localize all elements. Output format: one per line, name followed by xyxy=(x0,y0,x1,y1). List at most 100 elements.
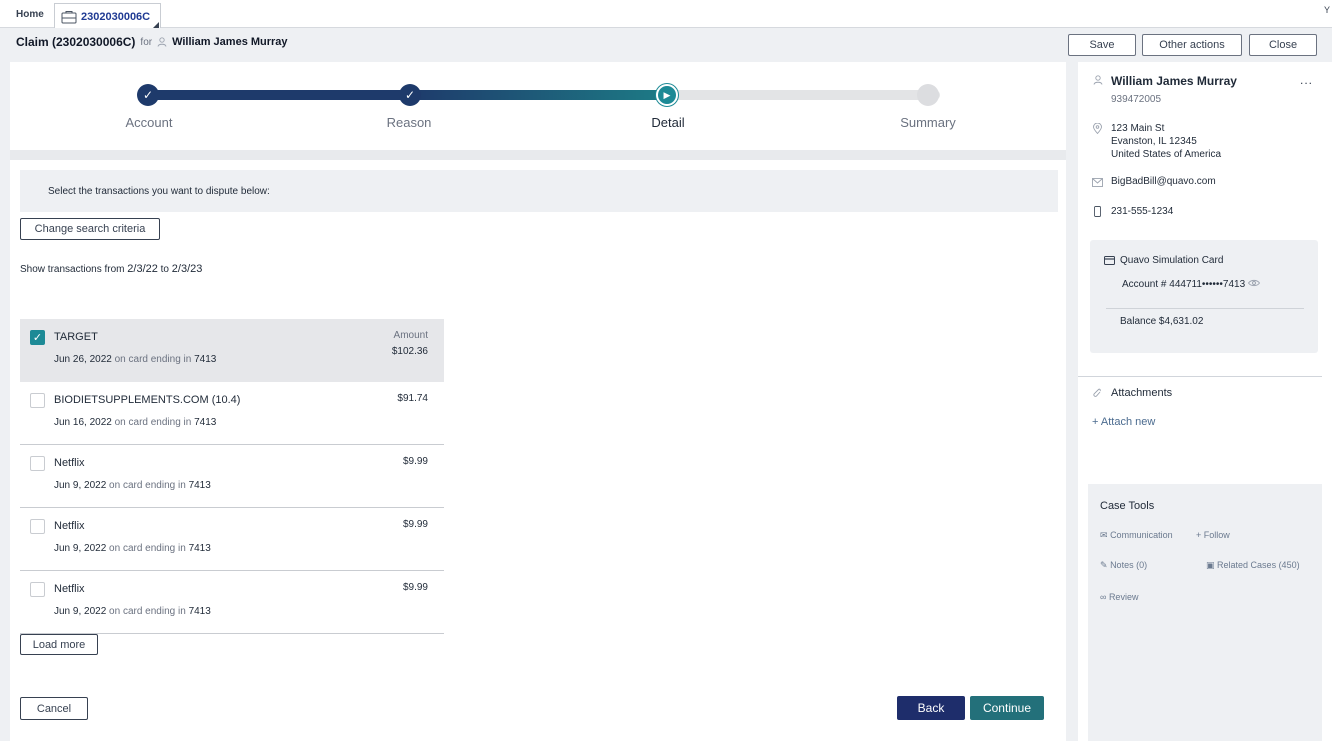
customer-email[interactable]: BigBadBill@quavo.com xyxy=(1111,176,1216,187)
merchant-name: BIODIETSUPPLEMENTS.COM (10.4) xyxy=(54,394,241,406)
section-divider xyxy=(10,150,1066,160)
instruction-banner: Select the transactions you want to disp… xyxy=(20,170,1058,212)
range-to: 2/3/23 xyxy=(171,263,203,275)
transaction-amount: $9.99 xyxy=(402,582,428,593)
account-number: 444711••••••7413 xyxy=(1169,279,1246,290)
case-header: Claim (2302030006C) for William James Mu… xyxy=(0,28,1332,61)
customer-sidebar: William James Murray ... 939472005 123 M… xyxy=(1078,62,1332,741)
step-label-reason: Reason xyxy=(386,115,432,130)
table-row[interactable]: BIODIETSUPPLEMENTS.COM (10.4) Jun 16, 20… xyxy=(20,382,444,445)
merchant-name: Netflix xyxy=(54,583,85,595)
transaction-checkbox[interactable] xyxy=(30,393,45,408)
transaction-amount: $91.74 xyxy=(397,393,428,404)
claim-title: Claim (2302030006C) xyxy=(16,35,136,49)
customer-name[interactable]: William James Murray xyxy=(172,36,287,48)
case-tools-heading: Case Tools xyxy=(1100,500,1155,512)
step-label-account: Account xyxy=(125,115,173,130)
tab-bar: Home 2302030006C Y xyxy=(0,0,1332,29)
person-icon xyxy=(1093,75,1103,85)
range-prefix: Show transactions from xyxy=(20,264,125,275)
customer-id: 939472005 xyxy=(1111,94,1162,105)
case-tools-panel: Case Tools ✉ Communication + Follow ✎ No… xyxy=(1088,484,1322,741)
transaction-detail: Jun 26, 2022 on card ending in 7413 xyxy=(54,354,217,365)
sidebar-divider xyxy=(1078,376,1322,377)
merchant-name: Netflix xyxy=(54,457,85,469)
mail-icon: ✉ xyxy=(1100,530,1108,540)
transaction-checkbox[interactable] xyxy=(30,582,45,597)
tab-home[interactable]: Home xyxy=(16,9,44,20)
page-title: Claim (2302030006C) for William James Mu… xyxy=(16,35,288,49)
save-button[interactable]: Save xyxy=(1068,34,1136,56)
card-divider xyxy=(1106,308,1304,309)
progress-stepper: ✓ ✓ ▶ Account Reason Detail Summary xyxy=(10,62,1066,150)
tab-case[interactable]: 2302030006C xyxy=(54,3,162,29)
balance-value: $4,631.02 xyxy=(1158,316,1204,327)
location-pin-icon xyxy=(1093,123,1102,134)
for-label: for xyxy=(140,36,153,48)
card-name: Quavo Simulation Card xyxy=(1120,255,1224,266)
table-row[interactable]: Netflix Jun 9, 2022 on card ending in 74… xyxy=(20,445,444,508)
more-options-icon[interactable]: ... xyxy=(1300,73,1313,87)
paperclip-icon xyxy=(1093,388,1101,397)
step-label-detail: Detail xyxy=(651,115,685,130)
table-row[interactable]: Netflix Jun 9, 2022 on card ending in 74… xyxy=(20,571,444,634)
transaction-checkbox[interactable] xyxy=(30,456,45,471)
close-button[interactable]: Close xyxy=(1249,34,1317,56)
step-detail-play-icon: ▶ xyxy=(656,84,678,106)
transaction-detail: Jun 9, 2022 on card ending in 7413 xyxy=(54,480,211,491)
balance-row: Balance $4,631.02 xyxy=(1120,316,1204,327)
merchant-name: TARGET xyxy=(54,331,98,343)
glasses-icon: ∞ xyxy=(1100,592,1107,602)
customer-phone[interactable]: 231-555-1234 xyxy=(1111,206,1173,217)
transaction-checkbox[interactable] xyxy=(30,519,45,534)
briefcase-icon xyxy=(61,10,77,23)
step-account-check-icon: ✓ xyxy=(137,84,159,106)
eye-icon[interactable] xyxy=(1247,279,1260,287)
back-button[interactable]: Back xyxy=(897,696,965,720)
notes-link[interactable]: ✎ Notes (0) xyxy=(1100,560,1147,571)
table-row[interactable]: Netflix Jun 9, 2022 on card ending in 74… xyxy=(20,508,444,571)
range-to-word: to xyxy=(160,264,169,275)
plus-icon: + xyxy=(1196,530,1202,540)
attachments-heading: Attachments xyxy=(1111,387,1173,399)
transaction-detail: Jun 9, 2022 on card ending in 7413 xyxy=(54,543,211,554)
transaction-amount: $102.36 xyxy=(391,346,428,357)
step-label-summary: Summary xyxy=(900,115,956,130)
customer-address: 123 Main St Evanston, IL 12345 United St… xyxy=(1111,123,1222,160)
other-actions-button[interactable]: Other actions xyxy=(1142,34,1242,56)
stepper-progress-current xyxy=(408,90,670,100)
instruction-text: Select the transactions you want to disp… xyxy=(48,186,270,197)
merchant-name: Netflix xyxy=(54,520,85,532)
table-row[interactable]: ✓ TARGET Jun 26, 2022 on card ending in … xyxy=(20,319,444,382)
account-card: Quavo Simulation Card Account # 444711••… xyxy=(1090,240,1318,353)
phone-icon xyxy=(1094,206,1101,217)
amount-header: Amount xyxy=(393,330,428,341)
transaction-list: ✓ TARGET Jun 26, 2022 on card ending in … xyxy=(20,319,444,634)
load-more-button[interactable]: Load more xyxy=(20,634,98,655)
date-range-text: Show transactions from 2/3/22 to 2/3/23 xyxy=(20,263,202,275)
cancel-button[interactable]: Cancel xyxy=(20,697,88,720)
credit-card-icon xyxy=(1104,256,1115,265)
range-from: 2/3/22 xyxy=(127,263,158,275)
communication-link[interactable]: ✉ Communication xyxy=(1100,530,1173,541)
attach-new-link[interactable]: + Attach new xyxy=(1092,416,1155,428)
pencil-icon: ✎ xyxy=(1100,560,1108,570)
step-summary-node xyxy=(917,84,939,106)
sidebar-customer-name: William James Murray xyxy=(1111,74,1237,88)
continue-button[interactable]: Continue xyxy=(970,696,1044,720)
transaction-checkbox[interactable]: ✓ xyxy=(30,330,45,345)
tab-case-label: 2302030006C xyxy=(81,10,151,23)
briefcase-icon: ▣ xyxy=(1206,560,1215,570)
change-search-criteria-button[interactable]: Change search criteria xyxy=(20,218,160,240)
follow-link[interactable]: + Follow xyxy=(1196,530,1230,540)
transaction-amount: $9.99 xyxy=(402,519,428,530)
step-reason-check-icon: ✓ xyxy=(399,84,421,106)
transaction-amount: $9.99 xyxy=(402,456,428,467)
mail-icon xyxy=(1092,178,1103,187)
stepper-progress-done xyxy=(148,90,416,100)
transaction-detail: Jun 16, 2022 on card ending in 7413 xyxy=(54,417,217,428)
plus-icon: + xyxy=(1092,416,1099,428)
review-link[interactable]: ∞ Review xyxy=(1100,592,1138,602)
related-cases-link[interactable]: ▣ Related Cases (450) xyxy=(1206,560,1300,571)
transaction-detail: Jun 9, 2022 on card ending in 7413 xyxy=(54,606,211,617)
